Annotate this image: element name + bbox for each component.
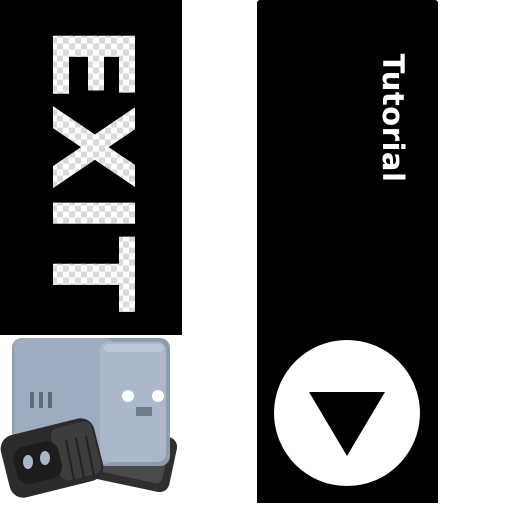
game-screen: EXIT Tutorial bbox=[0, 0, 512, 512]
exit-label: EXIT bbox=[26, 25, 156, 315]
scroll-down-button[interactable] bbox=[274, 340, 420, 486]
tutorial-label: Tutorial bbox=[376, 53, 410, 183]
robot-character-icon bbox=[0, 330, 182, 512]
exit-button[interactable]: EXIT bbox=[0, 0, 182, 335]
tutorial-button[interactable]: Tutorial bbox=[257, 0, 438, 503]
triangle-down-icon bbox=[309, 392, 385, 456]
